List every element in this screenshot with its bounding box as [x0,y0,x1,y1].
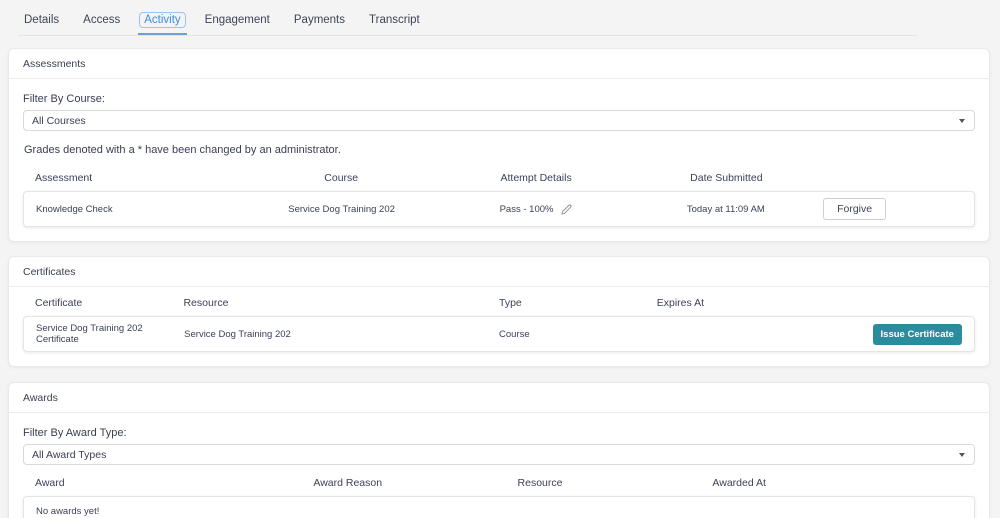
col-award: Award [35,477,65,489]
col-award-reason: Award Reason [313,477,383,489]
attempt-result: Pass - 100% [499,203,554,215]
col-awarded-at: Awarded At [712,477,766,489]
issue-certificate-button[interactable]: Issue Certificate [872,323,962,345]
tab-engagement[interactable]: Engagement [203,12,272,35]
assessments-card: Assessments Filter By Course: All Course… [8,48,990,242]
col-certificate: Certificate [35,297,83,309]
tab-bar-divider [18,35,917,36]
forgive-button[interactable]: Forgive [823,198,887,220]
col-resource: Resource [183,297,229,309]
col-date-submitted: Date Submitted [690,172,763,184]
course-filter-label: Filter By Course: [23,93,105,105]
caret-down-icon [959,119,965,123]
award-type-filter-value: All Award Types [32,448,107,461]
tab-payments[interactable]: Payments [292,12,347,35]
awards-empty-row: No awards yet! [23,496,975,518]
award-type-filter-label: Filter By Award Type: [23,427,127,439]
tab-access[interactable]: Access [81,12,122,35]
certificate-resource: Service Dog Training 202 [184,328,291,340]
assessment-date: Today at 11:09 AM [686,203,765,215]
tab-details[interactable]: Details [22,12,61,35]
grades-note: Grades denoted with a * have been change… [24,144,341,156]
certificate-row: Service Dog Training 202 Certificate Ser… [23,316,975,352]
awards-empty-text: No awards yet! [36,506,100,517]
tab-activity-label: Activity [139,12,186,28]
awards-table-header: Award Award Reason Resource Awarded At [23,469,975,496]
caret-down-icon [959,453,965,457]
col-course: Course [324,172,359,184]
col-award-resource: Resource [517,477,563,489]
assessment-name: Knowledge Check [36,203,113,215]
awards-card-title: Awards [9,383,989,413]
edit-pencil-icon[interactable] [561,204,572,215]
certificates-table-header: Certificate Resource Type Expires At [23,289,975,316]
assessments-card-title: Assessments [9,49,989,79]
certificates-card: Certificates Certificate Resource Type E… [8,256,990,367]
awards-card: Awards Filter By Award Type: All Award T… [8,382,990,518]
assessment-course: Service Dog Training 202 [288,203,395,215]
assessments-table-header: Assessment Course Attempt Details Date S… [23,164,975,191]
certificates-card-title: Certificates [9,257,989,287]
col-expires-at: Expires At [656,297,705,309]
course-filter-select[interactable]: All Courses [23,110,975,131]
course-filter-value: All Courses [32,114,86,127]
award-type-filter-select[interactable]: All Award Types [23,444,975,465]
certificate-name: Service Dog Training 202 Certificate [36,323,143,345]
col-assessment: Assessment [35,172,93,184]
tab-activity[interactable]: Activity [138,12,188,35]
certificate-type: Course [498,328,530,340]
assessment-row: Knowledge Check Service Dog Training 202… [23,191,975,227]
tab-transcript[interactable]: Transcript [367,12,422,35]
tab-bar: Details Access Activity Engagement Payme… [0,0,1000,35]
col-attempt-details: Attempt Details [500,172,572,184]
col-type: Type [498,297,522,309]
